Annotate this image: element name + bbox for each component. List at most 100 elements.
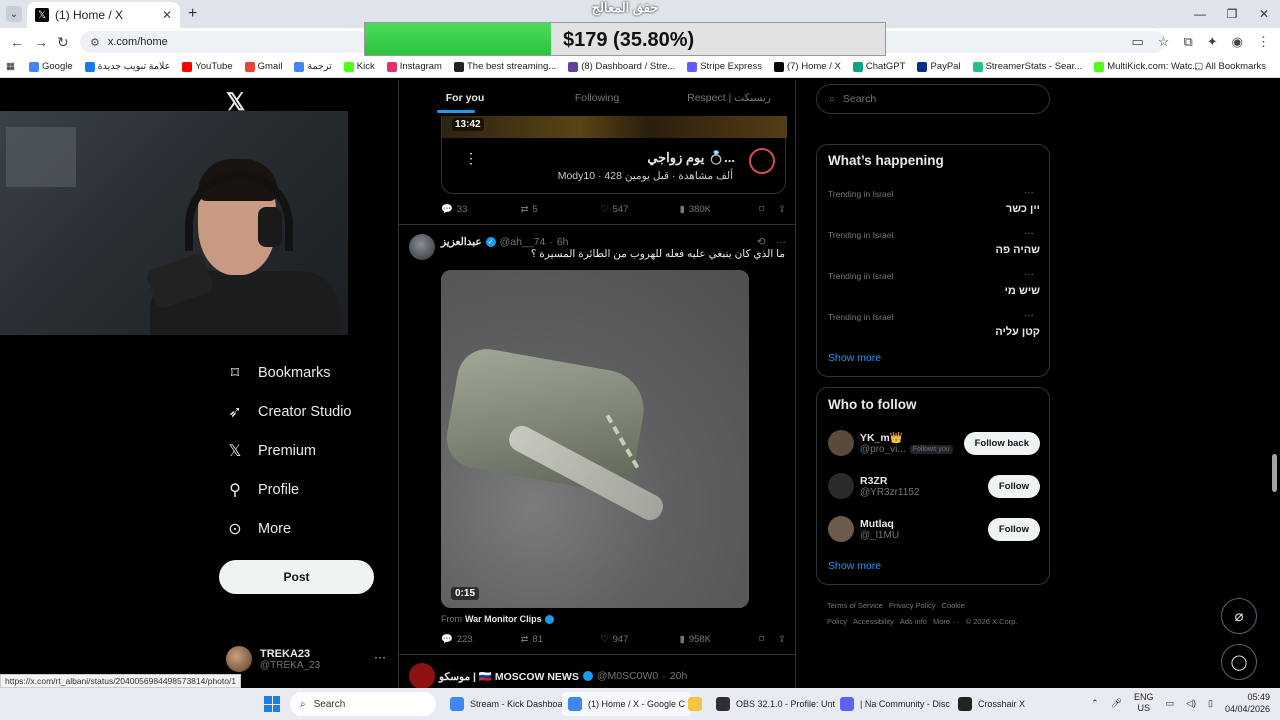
share-icon[interactable]: ⇪ bbox=[778, 204, 786, 215]
bookmark-item[interactable]: ChatGPT bbox=[852, 61, 905, 72]
microphone-icon[interactable]: 🎤︎ bbox=[1111, 698, 1122, 709]
tweet-video[interactable]: 0:15 bbox=[441, 270, 749, 608]
views-button[interactable]: ▮ 958K bbox=[680, 634, 760, 645]
apps-grid-icon[interactable]: ▦ bbox=[6, 61, 15, 72]
follow-suggestion[interactable]: R3ZR @YR3zr1152 Follow bbox=[828, 469, 1040, 503]
taskbar-app[interactable]: Stream - Kick Dashboar bbox=[444, 692, 572, 716]
tweet-time[interactable]: 6h bbox=[557, 236, 569, 248]
language-indicator[interactable]: ENG US bbox=[1134, 692, 1154, 714]
post-button[interactable]: Post bbox=[219, 560, 374, 594]
tweet-time[interactable]: 20h bbox=[670, 670, 688, 682]
footer-link[interactable]: © 2026 X Corp. bbox=[966, 617, 1018, 626]
battery-icon[interactable]: ▯ bbox=[1208, 698, 1213, 709]
tab-for-you[interactable]: For you bbox=[399, 80, 531, 116]
taskbar-app[interactable]: (1) Home / X - Google C bbox=[562, 692, 692, 716]
card-menu-icon[interactable]: ⋮ bbox=[464, 150, 478, 167]
footer-link[interactable]: Privacy Policy bbox=[889, 601, 936, 610]
video-card[interactable]: 13:42 ⋮ يوم زواجي 💍... Mody10 · 428 ألف … bbox=[441, 116, 787, 194]
cast-icon[interactable]: ▭ bbox=[1132, 34, 1144, 50]
taskbar-app[interactable]: | Na Community - Disc bbox=[834, 692, 956, 716]
bookmark-item[interactable]: (8) Dashboard / Stre... bbox=[568, 61, 675, 72]
trend-menu-icon[interactable]: ··· bbox=[1024, 310, 1034, 321]
reply-button[interactable]: 💬 33 bbox=[441, 204, 521, 215]
footer-link[interactable]: Accessibility bbox=[853, 617, 894, 626]
bookmark-item[interactable]: Kick bbox=[343, 61, 375, 72]
windows-start-icon[interactable] bbox=[264, 696, 280, 712]
author-handle[interactable]: @M0SC0W0 bbox=[597, 670, 658, 682]
minimize-icon[interactable]: — bbox=[1184, 0, 1216, 28]
volume-icon[interactable]: ◁) bbox=[1186, 698, 1196, 709]
nav-item-profile[interactable]: ⚲ Profile bbox=[226, 480, 299, 500]
forward-icon[interactable]: → bbox=[34, 34, 48, 50]
bookmark-item[interactable]: Gmail bbox=[244, 61, 282, 72]
follow-suggestion[interactable]: Mutlaq @_l1MU Follow bbox=[828, 512, 1040, 546]
menu-kebab-icon[interactable]: ⋮ bbox=[1257, 34, 1270, 50]
bookmark-item[interactable]: Stripe Express bbox=[687, 61, 762, 72]
all-bookmarks[interactable]: ▢ All Bookmarks bbox=[1194, 61, 1266, 72]
bookmark-item[interactable]: PayPal bbox=[917, 61, 961, 72]
trend-item[interactable]: Trending in Israel ··· שהיה פה bbox=[828, 228, 1040, 270]
bookmark-item[interactable]: YouTube bbox=[182, 61, 233, 72]
tweet-avatar[interactable] bbox=[409, 234, 435, 260]
grok-fab-icon[interactable]: ⌀ bbox=[1221, 598, 1257, 634]
taskbar-app[interactable]: OBS 32.1.0 - Profile: Unt bbox=[710, 692, 841, 716]
bookmark-icon[interactable]: ⌑ bbox=[759, 204, 764, 215]
source-name[interactable]: War Monitor Clips bbox=[465, 614, 542, 624]
nav-item-creator-studio[interactable]: ➶ Creator Studio bbox=[226, 402, 351, 422]
bookmark-icon[interactable]: ⌑ bbox=[759, 634, 764, 645]
back-icon[interactable]: ← bbox=[10, 34, 24, 50]
tweet-menu-icon[interactable]: ··· bbox=[776, 236, 787, 248]
nav-item-bookmarks[interactable]: ⌑ Bookmarks bbox=[226, 363, 331, 383]
tab-respect[interactable]: Respect | ريسبكت bbox=[663, 80, 795, 116]
bookmark-item[interactable]: StreamerStats - Sear... bbox=[972, 61, 1082, 72]
bookmark-item[interactable]: علامة تبويب جديدة bbox=[84, 61, 170, 72]
bookmark-item[interactable]: ترجمة bbox=[294, 61, 332, 72]
extensions-puzzle-icon[interactable]: ✦ bbox=[1207, 34, 1218, 50]
nav-item-more[interactable]: ⊙ More bbox=[226, 519, 291, 539]
chevron-up-icon[interactable]: ⌃ bbox=[1091, 698, 1099, 709]
follow-suggestion[interactable]: YK_m👑 @pro_vi... Follows you Follow back bbox=[828, 426, 1040, 460]
like-button[interactable]: ♡ 547 bbox=[600, 204, 680, 215]
author-name[interactable]: موسكو | 🇷🇺 MOSCOW NEWS bbox=[439, 670, 579, 683]
messages-fab-icon[interactable]: ◯ bbox=[1221, 644, 1257, 680]
footer-link[interactable]: Terms of Service bbox=[827, 601, 883, 610]
trend-item[interactable]: Trending in Israel ··· יין כשר bbox=[828, 187, 1040, 229]
show-more-link[interactable]: Show more bbox=[828, 560, 881, 572]
views-button[interactable]: ▮ 380K bbox=[680, 204, 760, 215]
show-more-link[interactable]: Show more bbox=[828, 352, 881, 364]
reload-icon[interactable]: ↻ bbox=[57, 34, 69, 51]
site-info-icon[interactable]: ⚙ bbox=[90, 36, 100, 49]
bookmark-item[interactable]: (7) Home / X bbox=[773, 61, 841, 72]
avatar[interactable] bbox=[828, 430, 854, 456]
clock[interactable]: 05:49 04/04/2026 bbox=[1225, 691, 1270, 715]
maximize-icon[interactable]: ❐ bbox=[1216, 0, 1248, 28]
bookmark-item[interactable]: The best streaming... bbox=[453, 61, 556, 72]
author-handle[interactable]: @ah__74 bbox=[500, 236, 546, 248]
trend-menu-icon[interactable]: ··· bbox=[1024, 187, 1034, 198]
close-window-icon[interactable]: ✕ bbox=[1248, 0, 1280, 28]
taskbar-search[interactable]: ⌕ Search bbox=[290, 692, 436, 716]
extension-icon[interactable]: ⧉ bbox=[1183, 34, 1192, 50]
follow-button[interactable]: Follow back bbox=[963, 431, 1040, 455]
tweet-avatar[interactable] bbox=[409, 663, 435, 688]
nav-item-premium[interactable]: 𝕏 Premium bbox=[226, 441, 316, 461]
bookmark-item[interactable]: Google bbox=[28, 61, 73, 72]
profile-avatar-icon[interactable]: ◉ bbox=[1232, 34, 1243, 50]
bookmark-item[interactable]: MultiKick.com: Watc... bbox=[1094, 61, 1200, 72]
trend-item[interactable]: Trending in Israel ··· קטן עליה bbox=[828, 310, 1040, 352]
footer-link[interactable]: More ··· bbox=[933, 617, 960, 626]
repost-button[interactable]: ⇄ 5 bbox=[521, 204, 601, 215]
avatar[interactable] bbox=[828, 473, 854, 499]
taskbar-app[interactable]: Crosshair X bbox=[952, 692, 1031, 716]
reply-button[interactable]: 💬 223 bbox=[441, 634, 521, 645]
more-dots-icon[interactable]: ··· bbox=[374, 650, 386, 664]
trend-menu-icon[interactable]: ··· bbox=[1024, 269, 1034, 280]
account-switcher[interactable]: TREKA23 @TREKA_23 ··· bbox=[226, 642, 386, 676]
tab-close-icon[interactable]: ✕ bbox=[162, 8, 172, 22]
author-name[interactable]: عبدالعزيز bbox=[441, 236, 482, 248]
browser-tab[interactable]: 𝕏 (1) Home / X ✕ bbox=[27, 2, 180, 28]
tab-search-icon[interactable]: ⌄ bbox=[6, 6, 22, 22]
network-icon[interactable]: ▭ bbox=[1166, 698, 1175, 709]
like-button[interactable]: ♡ 947 bbox=[600, 634, 680, 645]
trend-menu-icon[interactable]: ··· bbox=[1024, 228, 1034, 239]
